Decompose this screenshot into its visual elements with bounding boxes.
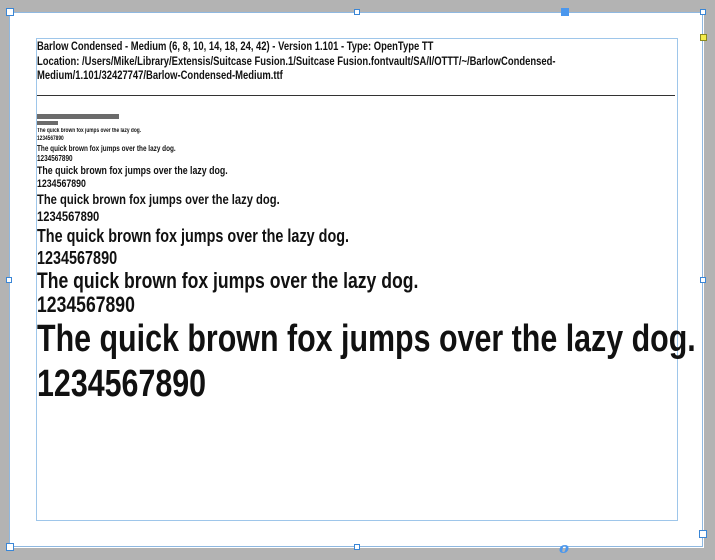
sample-6pt: The quick brown fox jumps over the lazy … (37, 127, 677, 143)
font-specimen[interactable]: Barlow Condensed - Medium (6, 8, 10, 14,… (37, 40, 696, 407)
digits-6pt: 1234567890 (37, 135, 64, 142)
digits-24pt: 1234567890 (37, 291, 135, 317)
font-location-line: Location: /Users/Mike/Library/Extensis/S… (37, 55, 556, 83)
digits-14pt: 1234567890 (37, 207, 100, 224)
content-grabber-handle[interactable] (700, 34, 707, 41)
frame-handle-bottom-middle[interactable] (354, 544, 360, 550)
specimen-bar-long (37, 113, 119, 119)
frame-handle-top-left[interactable] (6, 8, 14, 16)
frame-handle-top-right[interactable] (700, 9, 706, 15)
sample-42pt: The quick brown fox jumps over the lazy … (37, 317, 696, 407)
pangram-10pt: The quick brown fox jumps over the lazy … (37, 164, 228, 177)
pangram-24pt: The quick brown fox jumps over the lazy … (37, 267, 419, 293)
sample-8pt: The quick brown fox jumps over the lazy … (37, 144, 677, 164)
sample-10pt: The quick brown fox jumps over the lazy … (37, 165, 677, 191)
frame-handle-middle-right[interactable] (700, 277, 706, 283)
sample-18pt: The quick brown fox jumps over the lazy … (37, 225, 677, 269)
font-info-header: Barlow Condensed - Medium (6, 8, 10, 14,… (37, 40, 677, 84)
pangram-6pt: The quick brown fox jumps over the lazy … (37, 127, 142, 134)
frame-handle-bottom-right[interactable] (699, 530, 707, 538)
font-title-line: Barlow Condensed - Medium (6, 8, 10, 14,… (37, 41, 434, 53)
frame-handle-middle-left[interactable] (6, 277, 12, 283)
header-rule (37, 94, 675, 96)
frame-handle-top-accent[interactable] (561, 8, 569, 16)
digits-8pt: 1234567890 (37, 153, 73, 163)
digits-42pt: 1234567890 (37, 362, 207, 405)
pangram-18pt: The quick brown fox jumps over the lazy … (37, 225, 350, 246)
pangram-8pt: The quick brown fox jumps over the lazy … (37, 143, 176, 153)
overflow-marker[interactable]: o (559, 539, 569, 557)
frame-handle-top-middle[interactable] (354, 9, 360, 15)
pangram-42pt: The quick brown fox jumps over the lazy … (37, 317, 696, 360)
digits-18pt: 1234567890 (37, 247, 118, 268)
specimen-bar-short (37, 120, 58, 125)
sample-24pt: The quick brown fox jumps over the lazy … (37, 267, 677, 317)
digits-10pt: 1234567890 (37, 177, 86, 190)
frame-handle-bottom-left[interactable] (6, 543, 14, 551)
sample-14pt: The quick brown fox jumps over the lazy … (37, 191, 677, 225)
pangram-14pt: The quick brown fox jumps over the lazy … (37, 190, 280, 207)
